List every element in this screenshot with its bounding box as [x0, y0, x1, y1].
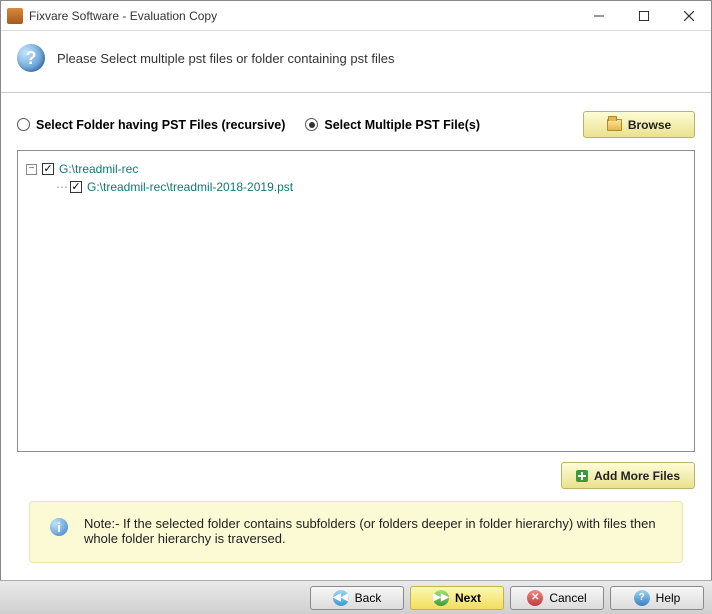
tree-root[interactable]: − G:\treadmil-rec	[26, 161, 686, 177]
back-button[interactable]: ◀◀ Back	[310, 586, 404, 610]
cancel-label: Cancel	[549, 591, 586, 605]
page-header: ? Please Select multiple pst files or fo…	[1, 31, 711, 93]
titlebar: Fixvare Software - Evaluation Copy	[1, 1, 711, 31]
add-more-label: Add More Files	[594, 469, 680, 483]
close-button[interactable]	[666, 1, 711, 31]
maximize-button[interactable]	[621, 1, 666, 31]
footer: ◀◀ Back ▶▶ Next ✕ Cancel ? Help	[0, 580, 712, 614]
checkbox[interactable]	[70, 181, 82, 193]
folder-icon	[607, 119, 622, 131]
minimize-button[interactable]	[576, 1, 621, 31]
radio-label: Select Multiple PST File(s)	[324, 118, 480, 132]
app-icon	[7, 8, 23, 24]
radio-label: Select Folder having PST Files (recursiv…	[36, 118, 285, 132]
plus-icon	[576, 470, 588, 482]
file-tree[interactable]: − G:\treadmil-rec ⋯ G:\treadmil-rec\trea…	[17, 150, 695, 452]
cancel-icon: ✕	[527, 590, 543, 606]
radio-folder-recursive[interactable]: Select Folder having PST Files (recursiv…	[17, 118, 285, 132]
back-label: Back	[355, 591, 382, 605]
note-box: i Note:- If the selected folder contains…	[29, 501, 683, 563]
info-icon: i	[50, 518, 68, 536]
back-icon: ◀◀	[333, 590, 349, 606]
cancel-button[interactable]: ✕ Cancel	[510, 586, 604, 610]
collapse-icon[interactable]: −	[26, 164, 37, 175]
next-button[interactable]: ▶▶ Next	[410, 586, 504, 610]
question-icon: ?	[17, 44, 45, 72]
note-text: Note:- If the selected folder contains s…	[84, 516, 666, 546]
help-icon: ?	[634, 590, 650, 606]
tree-child-label: G:\treadmil-rec\treadmil-2018-2019.pst	[87, 180, 293, 194]
add-more-row: Add More Files	[17, 462, 695, 489]
window-title: Fixvare Software - Evaluation Copy	[29, 9, 576, 23]
help-label: Help	[656, 591, 681, 605]
radio-multiple-files[interactable]: Select Multiple PST File(s)	[305, 118, 480, 132]
content-area: Select Folder having PST Files (recursiv…	[1, 93, 711, 563]
tree-connector-icon: ⋯	[56, 180, 67, 194]
browse-label: Browse	[628, 118, 671, 132]
checkbox[interactable]	[42, 163, 54, 175]
radio-icon	[17, 118, 30, 131]
help-button[interactable]: ? Help	[610, 586, 704, 610]
radio-icon	[305, 118, 318, 131]
option-row: Select Folder having PST Files (recursiv…	[17, 111, 695, 138]
page-headline: Please Select multiple pst files or fold…	[57, 51, 394, 66]
next-label: Next	[455, 591, 481, 605]
add-more-files-button[interactable]: Add More Files	[561, 462, 695, 489]
next-icon: ▶▶	[433, 590, 449, 606]
browse-button[interactable]: Browse	[583, 111, 695, 138]
tree-child[interactable]: ⋯ G:\treadmil-rec\treadmil-2018-2019.pst	[56, 179, 686, 195]
tree-root-label: G:\treadmil-rec	[59, 162, 138, 176]
